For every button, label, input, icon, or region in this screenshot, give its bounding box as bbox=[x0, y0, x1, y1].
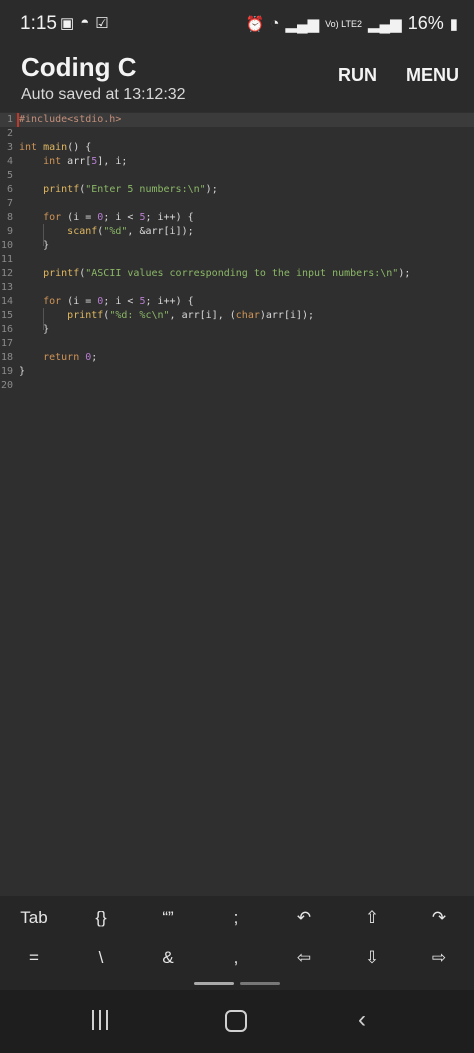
code-line[interactable]: 3 int main() { bbox=[0, 141, 474, 155]
code-line[interactable]: 16 } bbox=[0, 323, 474, 337]
signal-icon: ▂▄▆ bbox=[285, 15, 320, 33]
code-line[interactable]: 17 bbox=[0, 337, 474, 351]
toolbar-page-indicator bbox=[240, 982, 280, 985]
code-text: } bbox=[19, 366, 26, 377]
app-header: Coding C Auto saved at 13:12:32 RUN MENU bbox=[0, 48, 474, 112]
code-line[interactable]: 15 printf("%d: %c\n", arr[i], (char)arr[… bbox=[0, 309, 474, 323]
code-text: } bbox=[19, 240, 50, 251]
code-line[interactable]: 14 for (i = 0; i < 5; i++) { bbox=[0, 295, 474, 309]
code-line[interactable]: 6 printf("Enter 5 numbers:\n"); bbox=[0, 183, 474, 197]
app-title: Coding C bbox=[21, 52, 137, 82]
shift-icon[interactable]: ⇧ bbox=[342, 908, 402, 928]
system-icons: ⏰ ◔ ▂▄▆ Vo) LTE2 ▂▄▆ 16% ▮ bbox=[246, 13, 458, 34]
back-icon[interactable]: ‹ bbox=[358, 1006, 366, 1034]
alarm-icon: ⏰ bbox=[245, 15, 265, 33]
code-line[interactable]: 10 } bbox=[0, 239, 474, 253]
signal-icon-2: ▂▄▆ bbox=[368, 15, 402, 33]
line-number: 8 bbox=[6, 212, 13, 223]
code-text: for (i = 0; i < 5; i++) { bbox=[43, 212, 194, 223]
code-text: printf("Enter 5 numbers:\n"); bbox=[43, 184, 218, 195]
quotes-key[interactable]: “” bbox=[138, 908, 198, 928]
tab-key[interactable]: Tab bbox=[4, 908, 64, 928]
arrow-right-icon[interactable]: ⇨ bbox=[409, 948, 469, 968]
code-line[interactable]: 19} bbox=[0, 365, 474, 379]
redo-icon[interactable]: ↷ bbox=[409, 908, 469, 928]
code-editor[interactable]: 1 #include<stdio.h> 2 3 int main() { 4 int ar… bbox=[0, 112, 474, 896]
battery-icon: ▮ bbox=[449, 15, 458, 33]
home-icon[interactable] bbox=[225, 1010, 247, 1032]
symbol-toolbar: Tab {} “” ; ↶ ⇧ ↷ = \ & , ⇦ ⇩ ⇨ bbox=[0, 896, 474, 990]
network-label: Vo) LTE2 bbox=[325, 18, 362, 29]
line-number: 3 bbox=[6, 142, 13, 153]
code-line[interactable]: 9 scanf("%d", &arr[i]); bbox=[0, 225, 474, 239]
autosave-status: Auto saved at 13:12:32 bbox=[21, 86, 186, 103]
status-time: 1:15 bbox=[20, 13, 57, 34]
line-number: 16 bbox=[0, 324, 13, 335]
line-number: 4 bbox=[6, 156, 13, 167]
battery-percent: 16% bbox=[407, 13, 444, 33]
incognito-icon: ◓ bbox=[80, 14, 90, 31]
gallery-icon: ▣ bbox=[60, 15, 75, 32]
undo-icon[interactable]: ↶ bbox=[274, 908, 334, 928]
arrow-left-icon[interactable]: ⇦ bbox=[274, 948, 334, 968]
line-number: 1 bbox=[6, 114, 13, 125]
line-number: 12 bbox=[0, 268, 13, 279]
line-number: 2 bbox=[6, 128, 13, 139]
code-text: return 0; bbox=[43, 352, 98, 363]
code-line[interactable]: 20 bbox=[0, 379, 474, 393]
code-text: #include<stdio.h> bbox=[17, 113, 122, 127]
code-line[interactable]: 18 return 0; bbox=[0, 351, 474, 365]
code-text: for (i = 0; i < 5; i++) { bbox=[43, 296, 194, 307]
code-line[interactable]: 2 bbox=[0, 127, 474, 141]
line-number: 11 bbox=[0, 254, 13, 265]
menu-button[interactable]: MENU bbox=[406, 65, 459, 86]
arrow-down-icon[interactable]: ⇩ bbox=[342, 948, 402, 968]
line-number: 6 bbox=[6, 184, 13, 195]
code-line[interactable]: 11 bbox=[0, 253, 474, 267]
code-text: printf("%d: %c\n", arr[i], (char)arr[i])… bbox=[67, 310, 315, 321]
equals-key[interactable]: = bbox=[4, 948, 64, 968]
backslash-key[interactable]: \ bbox=[71, 948, 131, 968]
code-text: int arr[5], i; bbox=[43, 156, 128, 167]
notification-icons: ▣ ◓ ☑ bbox=[60, 14, 109, 32]
code-text: printf("ASCII values corresponding to th… bbox=[43, 268, 411, 279]
line-number: 17 bbox=[0, 338, 13, 349]
wifi-icon: ◔ bbox=[270, 15, 280, 32]
line-number: 5 bbox=[6, 170, 13, 181]
code-text: } bbox=[19, 324, 50, 335]
run-button[interactable]: RUN bbox=[338, 65, 377, 86]
ampersand-key[interactable]: & bbox=[138, 948, 198, 968]
line-number: 15 bbox=[0, 310, 13, 321]
status-bar: 1:15 ▣ ◓ ☑ ⏰ ◔ ▂▄▆ Vo) LTE2 ▂▄▆ 16% ▮ bbox=[0, 0, 474, 48]
code-line[interactable]: 7 bbox=[0, 197, 474, 211]
checkbox-icon: ☑ bbox=[95, 15, 109, 32]
code-line[interactable]: 12 printf("ASCII values corresponding to… bbox=[0, 267, 474, 281]
toolbar-page-indicator bbox=[194, 982, 234, 985]
code-line[interactable]: 8 for (i = 0; i < 5; i++) { bbox=[0, 211, 474, 225]
line-number: 20 bbox=[0, 380, 13, 391]
code-line[interactable]: 4 int arr[5], i; bbox=[0, 155, 474, 169]
code-line[interactable]: 13 bbox=[0, 281, 474, 295]
code-line[interactable]: 5 bbox=[0, 169, 474, 183]
braces-key[interactable]: {} bbox=[71, 908, 131, 928]
semicolon-key[interactable]: ; bbox=[206, 908, 266, 928]
code-text: scanf("%d", &arr[i]); bbox=[67, 226, 194, 237]
system-nav-bar: ‹ bbox=[0, 990, 474, 1053]
line-number: 19 bbox=[0, 366, 13, 377]
line-number: 14 bbox=[0, 296, 13, 307]
recents-icon[interactable] bbox=[92, 1010, 108, 1030]
line-number: 9 bbox=[6, 226, 13, 237]
line-number: 10 bbox=[0, 240, 13, 251]
line-number: 18 bbox=[0, 352, 13, 363]
line-number: 13 bbox=[0, 282, 13, 293]
code-text: int main() { bbox=[19, 142, 92, 153]
comma-key[interactable]: , bbox=[206, 948, 266, 968]
code-line[interactable]: 1 #include<stdio.h> bbox=[0, 113, 474, 127]
line-number: 7 bbox=[6, 198, 13, 209]
